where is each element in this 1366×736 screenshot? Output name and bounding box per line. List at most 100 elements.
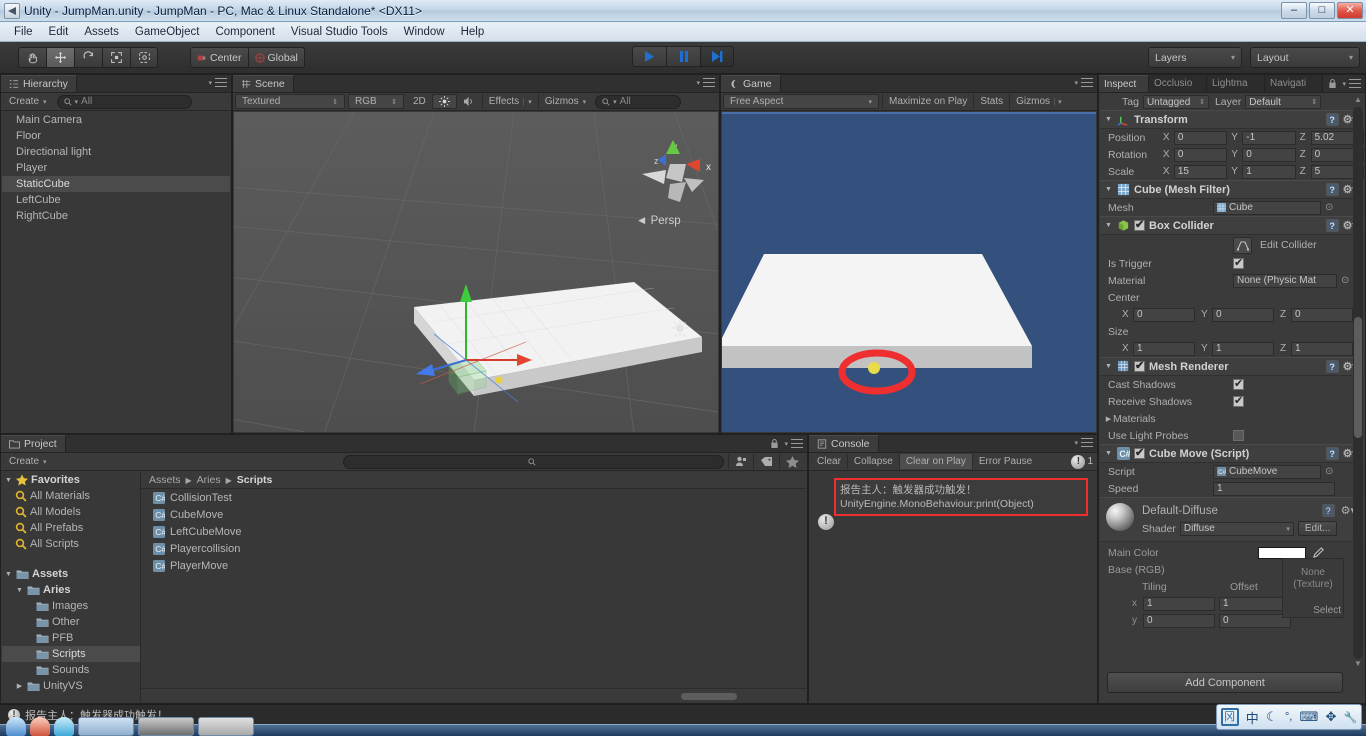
position-x-field[interactable]: 0 xyxy=(1173,130,1228,145)
scene-audio-toggle[interactable] xyxy=(457,94,482,109)
game-gizmos-dropdown[interactable]: Gizmos ▾ xyxy=(1009,94,1067,109)
shader-edit-button[interactable]: Edit... xyxy=(1297,521,1338,536)
project-filter-favorite-button[interactable] xyxy=(779,454,805,469)
step-button[interactable] xyxy=(700,46,734,67)
project-tree-pfb[interactable]: PFB xyxy=(2,630,140,646)
scene-panel-menu[interactable]: ▾ xyxy=(696,78,715,87)
chevron-down-icon[interactable]: ▼ xyxy=(1104,222,1113,229)
menu-assets[interactable]: Assets xyxy=(76,24,127,40)
tab-scene[interactable]: Scene xyxy=(233,75,294,92)
materials-row[interactable]: ▶ Materials xyxy=(1100,410,1364,427)
cast-shadows-checkbox[interactable] xyxy=(1233,377,1244,390)
asset-row[interactable]: C# CollisionTest xyxy=(141,489,806,506)
scene-effects-dropdown[interactable]: Effects ▾ xyxy=(481,94,538,109)
scale-x-field[interactable]: 15 xyxy=(1173,164,1228,179)
ime-toolbox-icon[interactable]: ✥ xyxy=(1326,709,1337,725)
component-header-mesh-renderer[interactable]: ▼ Mesh Renderer ? ⚙▾ xyxy=(1100,357,1364,376)
chevron-down-icon[interactable]: ▼ xyxy=(1104,116,1113,123)
chevron-down-icon[interactable]: ▼ xyxy=(1104,186,1113,193)
console-panel-menu[interactable]: ▾ xyxy=(1074,438,1093,447)
hierarchy-item-leftcube[interactable]: LeftCube xyxy=(2,192,230,208)
asset-row[interactable]: C# CubeMove xyxy=(141,506,806,523)
collider-material-field[interactable]: None (Physic Mat xyxy=(1233,273,1337,288)
menu-gameobject[interactable]: GameObject xyxy=(127,24,208,40)
console-error-pause-toggle[interactable]: Error Pause xyxy=(971,454,1038,469)
ime-keyboard-icon[interactable]: ⌨ xyxy=(1300,709,1319,725)
project-tree-all-models[interactable]: All Models xyxy=(2,504,140,520)
ime-punctuation-icon[interactable]: °, xyxy=(1285,711,1292,723)
hierarchy-search-input[interactable]: ▾ All xyxy=(56,94,192,109)
console-clear-on-play-toggle[interactable]: Clear on Play xyxy=(898,454,972,469)
object-picker-icon[interactable]: ⊙ xyxy=(1341,275,1349,286)
use-light-probes-checkbox[interactable] xyxy=(1233,430,1244,441)
shader-dropdown[interactable]: Diffuse ▾ xyxy=(1179,521,1294,536)
chevron-down-icon[interactable]: ▼ xyxy=(1104,363,1113,370)
hierarchy-panel-menu[interactable]: ▾ xyxy=(208,78,227,87)
component-header-cube-move-script[interactable]: ▼ C# Cube Move (Script) ? ⚙▾ xyxy=(1100,444,1364,463)
game-stats-toggle[interactable]: Stats xyxy=(973,94,1009,109)
hierarchy-item-staticcube[interactable]: StaticCube xyxy=(2,176,230,192)
collider-size-z-field[interactable]: 1 xyxy=(1291,341,1353,356)
rotation-y-field[interactable]: 0 xyxy=(1242,147,1296,162)
project-filter-type-button[interactable] xyxy=(728,454,753,469)
project-tree-other[interactable]: Other xyxy=(2,614,140,630)
hierarchy-item-player[interactable]: Player xyxy=(2,160,230,176)
tab-project[interactable]: Project xyxy=(1,435,66,452)
tag-dropdown[interactable]: Untagged ⇕ xyxy=(1142,95,1209,109)
menu-visual-studio-tools[interactable]: Visual Studio Tools xyxy=(283,24,396,40)
material-header[interactable]: Default-Diffuse ? ⚙▾ Shader Diffuse ▾ Ed… xyxy=(1100,497,1364,541)
object-picker-icon[interactable]: ⊙ xyxy=(1325,202,1333,213)
tab-console[interactable]: Console xyxy=(809,435,879,452)
tab-lightmapping[interactable]: Lightma xyxy=(1207,75,1265,92)
maximize-icon[interactable]: □ xyxy=(1309,2,1335,19)
chevron-right-icon[interactable]: ▶ xyxy=(1104,415,1113,423)
hierarchy-item-directional-light[interactable]: Directional light xyxy=(2,144,230,160)
scale-y-field[interactable]: 1 xyxy=(1242,164,1296,179)
project-hscrollbar-thumb[interactable] xyxy=(681,693,737,700)
menu-file[interactable]: File xyxy=(6,24,41,40)
hand-tool-icon[interactable] xyxy=(18,47,46,68)
ime-logo-icon[interactable]: 冈 xyxy=(1220,708,1239,726)
taskbar-app-1[interactable] xyxy=(6,717,26,736)
layout-dropdown[interactable]: Layout ▾ xyxy=(1250,47,1360,68)
tab-hierarchy[interactable]: Hierarchy xyxy=(1,75,77,92)
project-tree-assets[interactable]: ▼ Assets xyxy=(2,566,140,582)
scene-colormode-dropdown[interactable]: RGB ⇕ xyxy=(348,94,404,109)
tab-game[interactable]: Game xyxy=(721,75,781,92)
help-icon[interactable]: ? xyxy=(1325,360,1339,373)
console-clear-button[interactable]: Clear xyxy=(811,454,847,469)
component-header-transform[interactable]: ▼ Transform ? ⚙▾ xyxy=(1100,110,1364,129)
project-tree-all-materials[interactable]: All Materials xyxy=(2,488,140,504)
breadcrumb-scripts[interactable]: Scripts xyxy=(237,474,273,486)
layers-dropdown[interactable]: Layers ▾ xyxy=(1148,47,1242,68)
pivot-center-button[interactable]: Center xyxy=(190,47,248,68)
texture-slot[interactable]: None (Texture) Select xyxy=(1282,558,1344,618)
taskbar-window-2[interactable] xyxy=(138,717,194,736)
chevron-down-icon[interactable]: ▼ xyxy=(1104,450,1113,457)
maximize-on-play-toggle[interactable]: Maximize on Play xyxy=(882,94,973,109)
scene-search-input[interactable]: ▾ All xyxy=(595,94,682,109)
breadcrumb-assets[interactable]: Assets xyxy=(149,474,181,486)
collider-center-y-field[interactable]: 0 xyxy=(1212,307,1274,322)
help-icon[interactable]: ? xyxy=(1325,219,1339,232)
game-panel-menu[interactable]: ▾ xyxy=(1074,78,1093,87)
mesh-object-field[interactable]: Cube xyxy=(1213,200,1321,215)
hierarchy-create-button[interactable]: Create ▾ xyxy=(3,94,53,109)
tiling-y-field[interactable]: 0 xyxy=(1143,613,1215,628)
scene-viewport[interactable]: y z x ◄ Persp xyxy=(234,112,718,432)
tab-navigation[interactable]: Navigati xyxy=(1265,75,1323,92)
project-filter-label-button[interactable] xyxy=(753,454,779,469)
position-y-field[interactable]: -1 xyxy=(1242,130,1296,145)
menu-edit[interactable]: Edit xyxy=(41,24,77,40)
rotate-tool-icon[interactable] xyxy=(74,47,102,68)
tab-occlusion[interactable]: Occlusio xyxy=(1149,75,1207,92)
rect-tool-icon[interactable] xyxy=(130,47,158,68)
collider-size-x-field[interactable]: 1 xyxy=(1133,341,1195,356)
ime-settings-icon[interactable]: 🔧 xyxy=(1344,711,1358,724)
taskbar-window-3[interactable] xyxy=(198,717,254,736)
console-log-entry[interactable]: 报告主人：触发器成功触发！ UnityEngine.MonoBehaviour:… xyxy=(834,478,1088,516)
breadcrumb-aries[interactable]: Aries xyxy=(197,474,221,486)
texture-select-button[interactable]: Select xyxy=(1313,605,1341,616)
project-tree-scripts[interactable]: Scripts xyxy=(2,646,140,662)
main-color-swatch[interactable] xyxy=(1258,546,1306,559)
